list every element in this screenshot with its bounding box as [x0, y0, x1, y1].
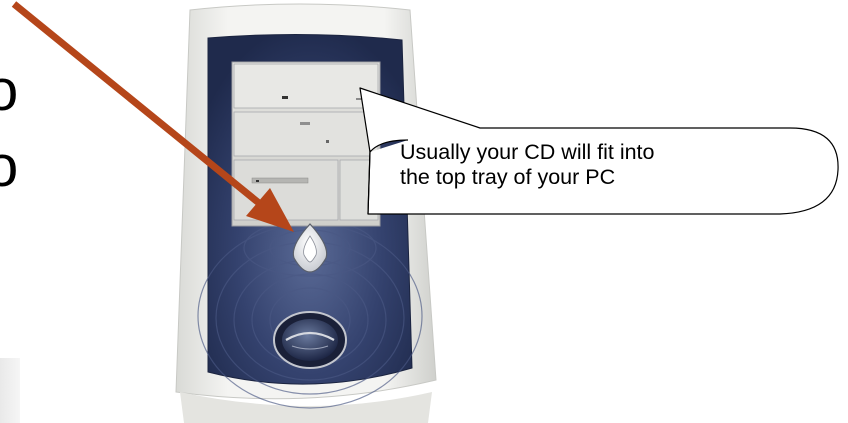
logo-badge-icon [273, 311, 347, 369]
callout-text: Usually your CD will fit into the top tr… [400, 140, 820, 190]
callout-line-2: the top tray of your PC [400, 165, 616, 189]
floppy-bay [233, 159, 339, 221]
callout-line-1: Usually your CD will fit into [400, 140, 655, 164]
slide-canvas: o o Usually your CD will fit into the to… [0, 0, 848, 423]
cd-drive-top-tray [233, 63, 379, 109]
cd-drive-second-tray [233, 111, 379, 157]
computer-tower-illustration [11, 1, 839, 423]
